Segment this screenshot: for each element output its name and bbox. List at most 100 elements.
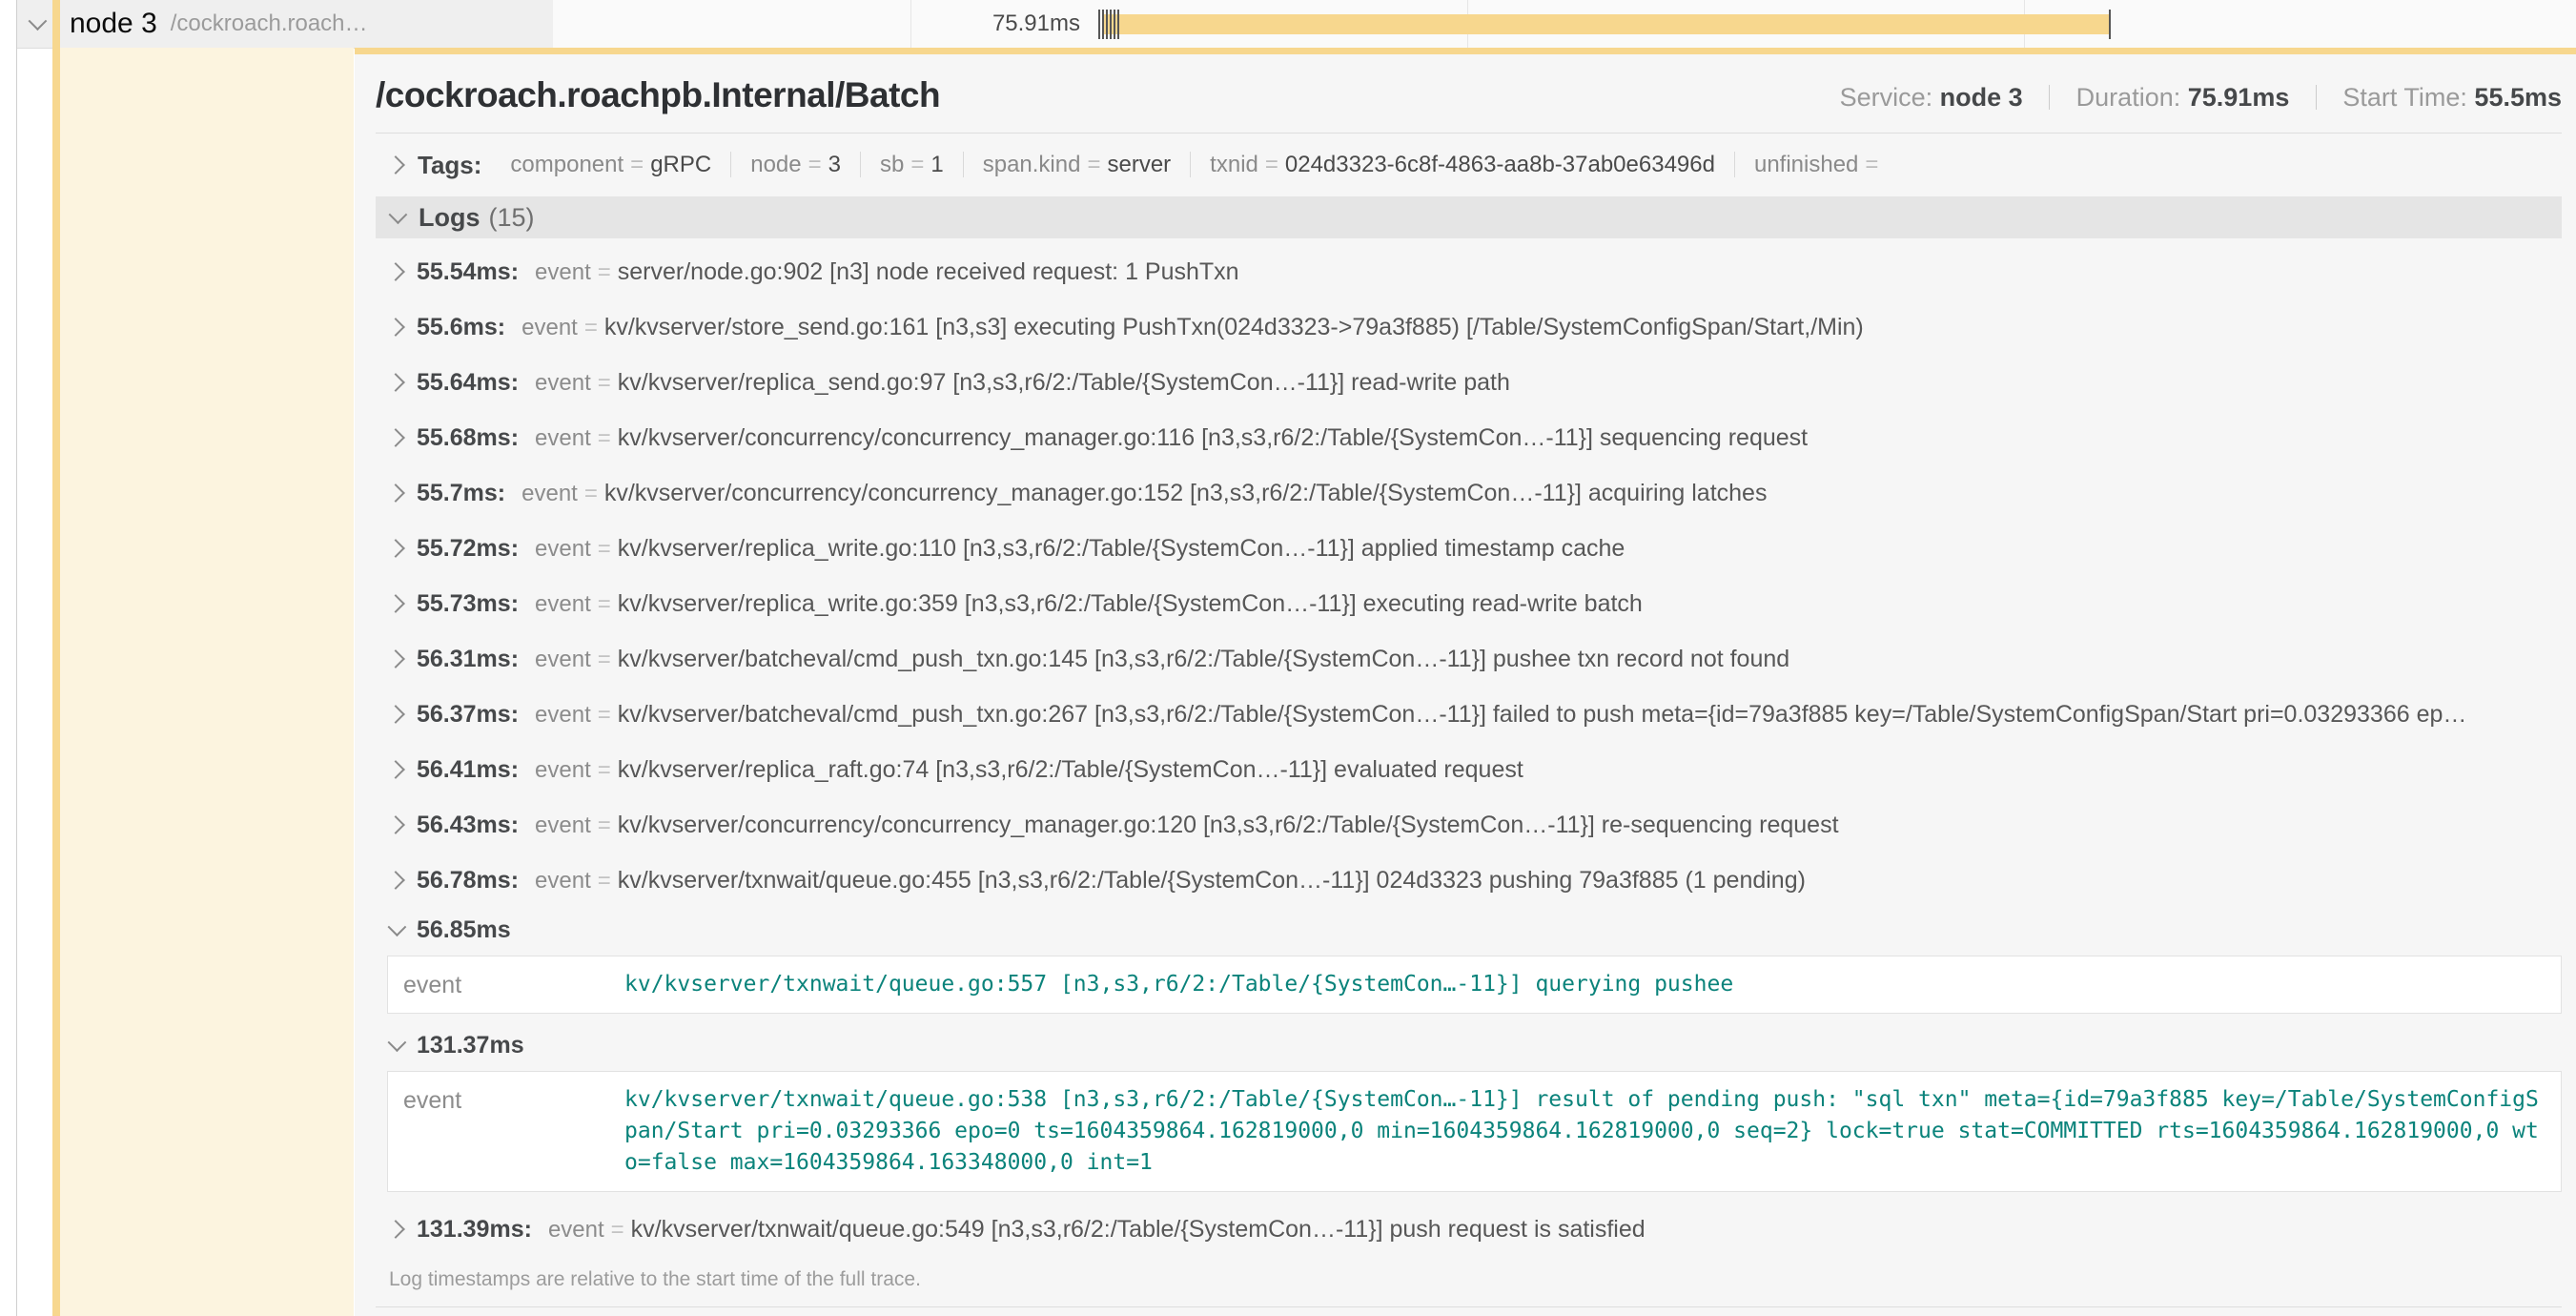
log-entry[interactable]: 55.54ms:event=server/node.go:902 [n3] no… <box>376 244 2562 299</box>
log-entry[interactable]: 55.64ms:event=kv/kvserver/replica_send.g… <box>376 355 2562 410</box>
log-entry-header[interactable]: 56.85ms <box>376 908 2562 952</box>
equals-sign: = <box>598 591 611 617</box>
chevron-right-icon[interactable] <box>386 649 405 668</box>
tag-key: component <box>510 152 624 177</box>
chevron-right-icon[interactable] <box>386 373 405 392</box>
tag-value: server <box>1107 152 1171 177</box>
log-entry[interactable]: 56.41ms: event=kv/kvserver/replica_raft.g… <box>376 742 2562 797</box>
logs-title: Logs <box>419 203 480 233</box>
log-field-key: event <box>521 315 578 340</box>
chevron-right-icon[interactable] <box>386 705 405 724</box>
log-entry[interactable]: 55.73ms:event=kv/kvserver/replica_write.… <box>376 576 2562 631</box>
chevron-right-icon[interactable] <box>386 539 405 558</box>
log-entry[interactable]: 56.31ms:event=kv/kvserver/batcheval/cmd_… <box>376 631 2562 687</box>
log-field-key: event <box>403 1084 624 1179</box>
tag-key: txnid <box>1210 152 1258 177</box>
span-row[interactable]: node 3 /cockroach.roach… 75.91ms <box>17 0 2576 49</box>
log-entry[interactable]: 56.78ms:event=kv/kvserver/txnwait/queue.… <box>376 853 2562 908</box>
log-timestamp: 56.41ms: <box>417 756 519 784</box>
log-field-value: kv/kvserver/replica_write.go:110 [n3,s3,… <box>618 535 1625 562</box>
tags-section[interactable]: Tags: component=gRPCnode=3sb=1span.kind=… <box>376 145 2562 185</box>
log-entry-expanded: 56.85mseventkv/kvserver/txnwait/queue.go… <box>376 908 2562 1014</box>
tag-item[interactable]: unfinished = <box>1734 152 1904 177</box>
chevron-right-icon[interactable] <box>386 1220 405 1239</box>
log-entry[interactable]: 55.6ms: event=kv/kvserver/store_send.go:1… <box>376 299 2562 355</box>
chevron-down-icon[interactable] <box>29 11 48 31</box>
tag-value: 3 <box>828 152 841 177</box>
span-operation-name: /cockroach.roach… <box>171 10 368 37</box>
tag-key: unfinished <box>1754 152 1858 177</box>
span-detail-left-fill <box>60 48 354 1316</box>
tag-item[interactable]: sb=1 <box>860 152 963 177</box>
logs-section-header[interactable]: Logs (15) <box>376 196 2562 238</box>
log-field-value: kv/kvserver/store_send.go:161 [n3,s3] ex… <box>604 314 1864 340</box>
span-name-cell[interactable]: node 3 /cockroach.roach… <box>17 0 553 48</box>
log-field-value: kv/kvserver/replica_send.go:97 [n3,s3,r6… <box>618 369 1510 396</box>
tag-item[interactable]: span.kind=server <box>963 152 1190 177</box>
chevron-down-icon[interactable] <box>389 205 408 224</box>
tag-item[interactable]: node=3 <box>730 152 860 177</box>
chevron-right-icon[interactable] <box>386 428 405 447</box>
chevron-right-icon[interactable] <box>386 262 405 281</box>
log-entry[interactable]: 56.37ms:event=kv/kvserver/batcheval/cmd_… <box>376 687 2562 742</box>
log-key-value: event=kv/kvserver/replica_send.go:97 [n3… <box>535 369 1510 397</box>
log-field-value: kv/kvserver/concurrency/concurrency_mana… <box>604 480 1768 506</box>
log-marker-tick <box>1098 10 1100 39</box>
equals-sign: = <box>598 370 611 396</box>
log-timestamp: 56.43ms: <box>417 812 519 839</box>
log-key-value: event=kv/kvserver/concurrency/concurrenc… <box>535 424 1808 452</box>
chevron-down-icon[interactable] <box>388 1033 407 1052</box>
log-entry[interactable]: 131.39ms:event=kv/kvserver/txnwait/queue… <box>376 1202 2562 1257</box>
chevron-right-icon[interactable] <box>386 871 405 890</box>
log-entry[interactable]: 55.72ms:event=kv/kvserver/replica_write.… <box>376 521 2562 576</box>
equals-sign: = <box>1087 152 1100 177</box>
chevron-right-icon[interactable] <box>386 155 405 175</box>
log-field-key: event <box>535 757 591 783</box>
log-key-value: event=kv/kvserver/replica_raft.go:74 [n3… <box>535 756 1523 784</box>
equals-sign: = <box>1865 152 1878 177</box>
log-timestamp: 55.6ms: <box>417 314 505 341</box>
log-timestamp: 55.7ms: <box>417 480 505 507</box>
log-entry[interactable]: 55.7ms: event=kv/kvserver/concurrency/con… <box>376 465 2562 521</box>
equals-sign: = <box>598 868 611 894</box>
log-fields-table: eventkv/kvserver/txnwait/queue.go:538 [n… <box>387 1071 2562 1192</box>
log-field-key: event <box>535 868 591 894</box>
equals-sign: = <box>584 481 598 506</box>
span-timeline[interactable]: 75.91ms <box>553 0 2576 48</box>
log-marker-tick <box>1102 10 1104 39</box>
log-key-value: event=kv/kvserver/store_send.go:161 [n3,… <box>521 314 1864 341</box>
log-entry[interactable]: 56.43ms:event=kv/kvserver/concurrency/co… <box>376 797 2562 853</box>
tag-value: 1 <box>930 152 943 177</box>
chevron-down-icon[interactable] <box>388 917 407 936</box>
log-field-value: kv/kvserver/concurrency/concurrency_mana… <box>618 424 1808 451</box>
chevron-right-icon[interactable] <box>386 760 405 779</box>
chevron-right-icon[interactable] <box>386 594 405 613</box>
chevron-right-icon[interactable] <box>386 483 405 503</box>
logs-bottom-divider <box>376 1306 2562 1307</box>
log-marker-tick <box>1110 10 1112 39</box>
equals-sign: = <box>611 1217 624 1243</box>
span-service-name: node 3 <box>70 8 157 40</box>
log-key-value: event=kv/kvserver/batcheval/cmd_push_txn… <box>535 646 1789 673</box>
log-entry-header[interactable]: 131.37ms <box>376 1023 2562 1067</box>
log-entry[interactable]: 55.68ms:event=kv/kvserver/concurrency/co… <box>376 410 2562 465</box>
tag-value: gRPC <box>650 152 711 177</box>
log-field-key: event <box>521 481 578 506</box>
log-key-value: event=kv/kvserver/replica_write.go:359 [… <box>535 590 1643 618</box>
span-duration-label: 75.91ms <box>553 0 1080 48</box>
equals-sign: = <box>598 812 611 838</box>
log-key-value: event=kv/kvserver/replica_write.go:110 [… <box>535 535 1625 563</box>
duration-label: Duration: <box>2076 83 2181 112</box>
equals-sign: = <box>598 647 611 672</box>
meta-divider <box>2316 85 2317 110</box>
chevron-right-icon[interactable] <box>386 318 405 337</box>
span-duration-bar[interactable] <box>1104 14 2109 34</box>
span-meta: Service: node 3 Duration: 75.91ms Start … <box>1840 75 2562 113</box>
chevron-right-icon[interactable] <box>386 815 405 834</box>
tag-item[interactable]: txnid=024d3323-6c8f-4863-aa8b-37ab0e6349… <box>1190 152 1734 177</box>
log-field-key: event <box>535 425 591 451</box>
tag-value: 024d3323-6c8f-4863-aa8b-37ab0e63496d <box>1285 152 1715 177</box>
tag-key: node <box>750 152 801 177</box>
tag-item[interactable]: component=gRPC <box>491 152 730 177</box>
log-timestamp: 56.37ms: <box>417 701 519 729</box>
